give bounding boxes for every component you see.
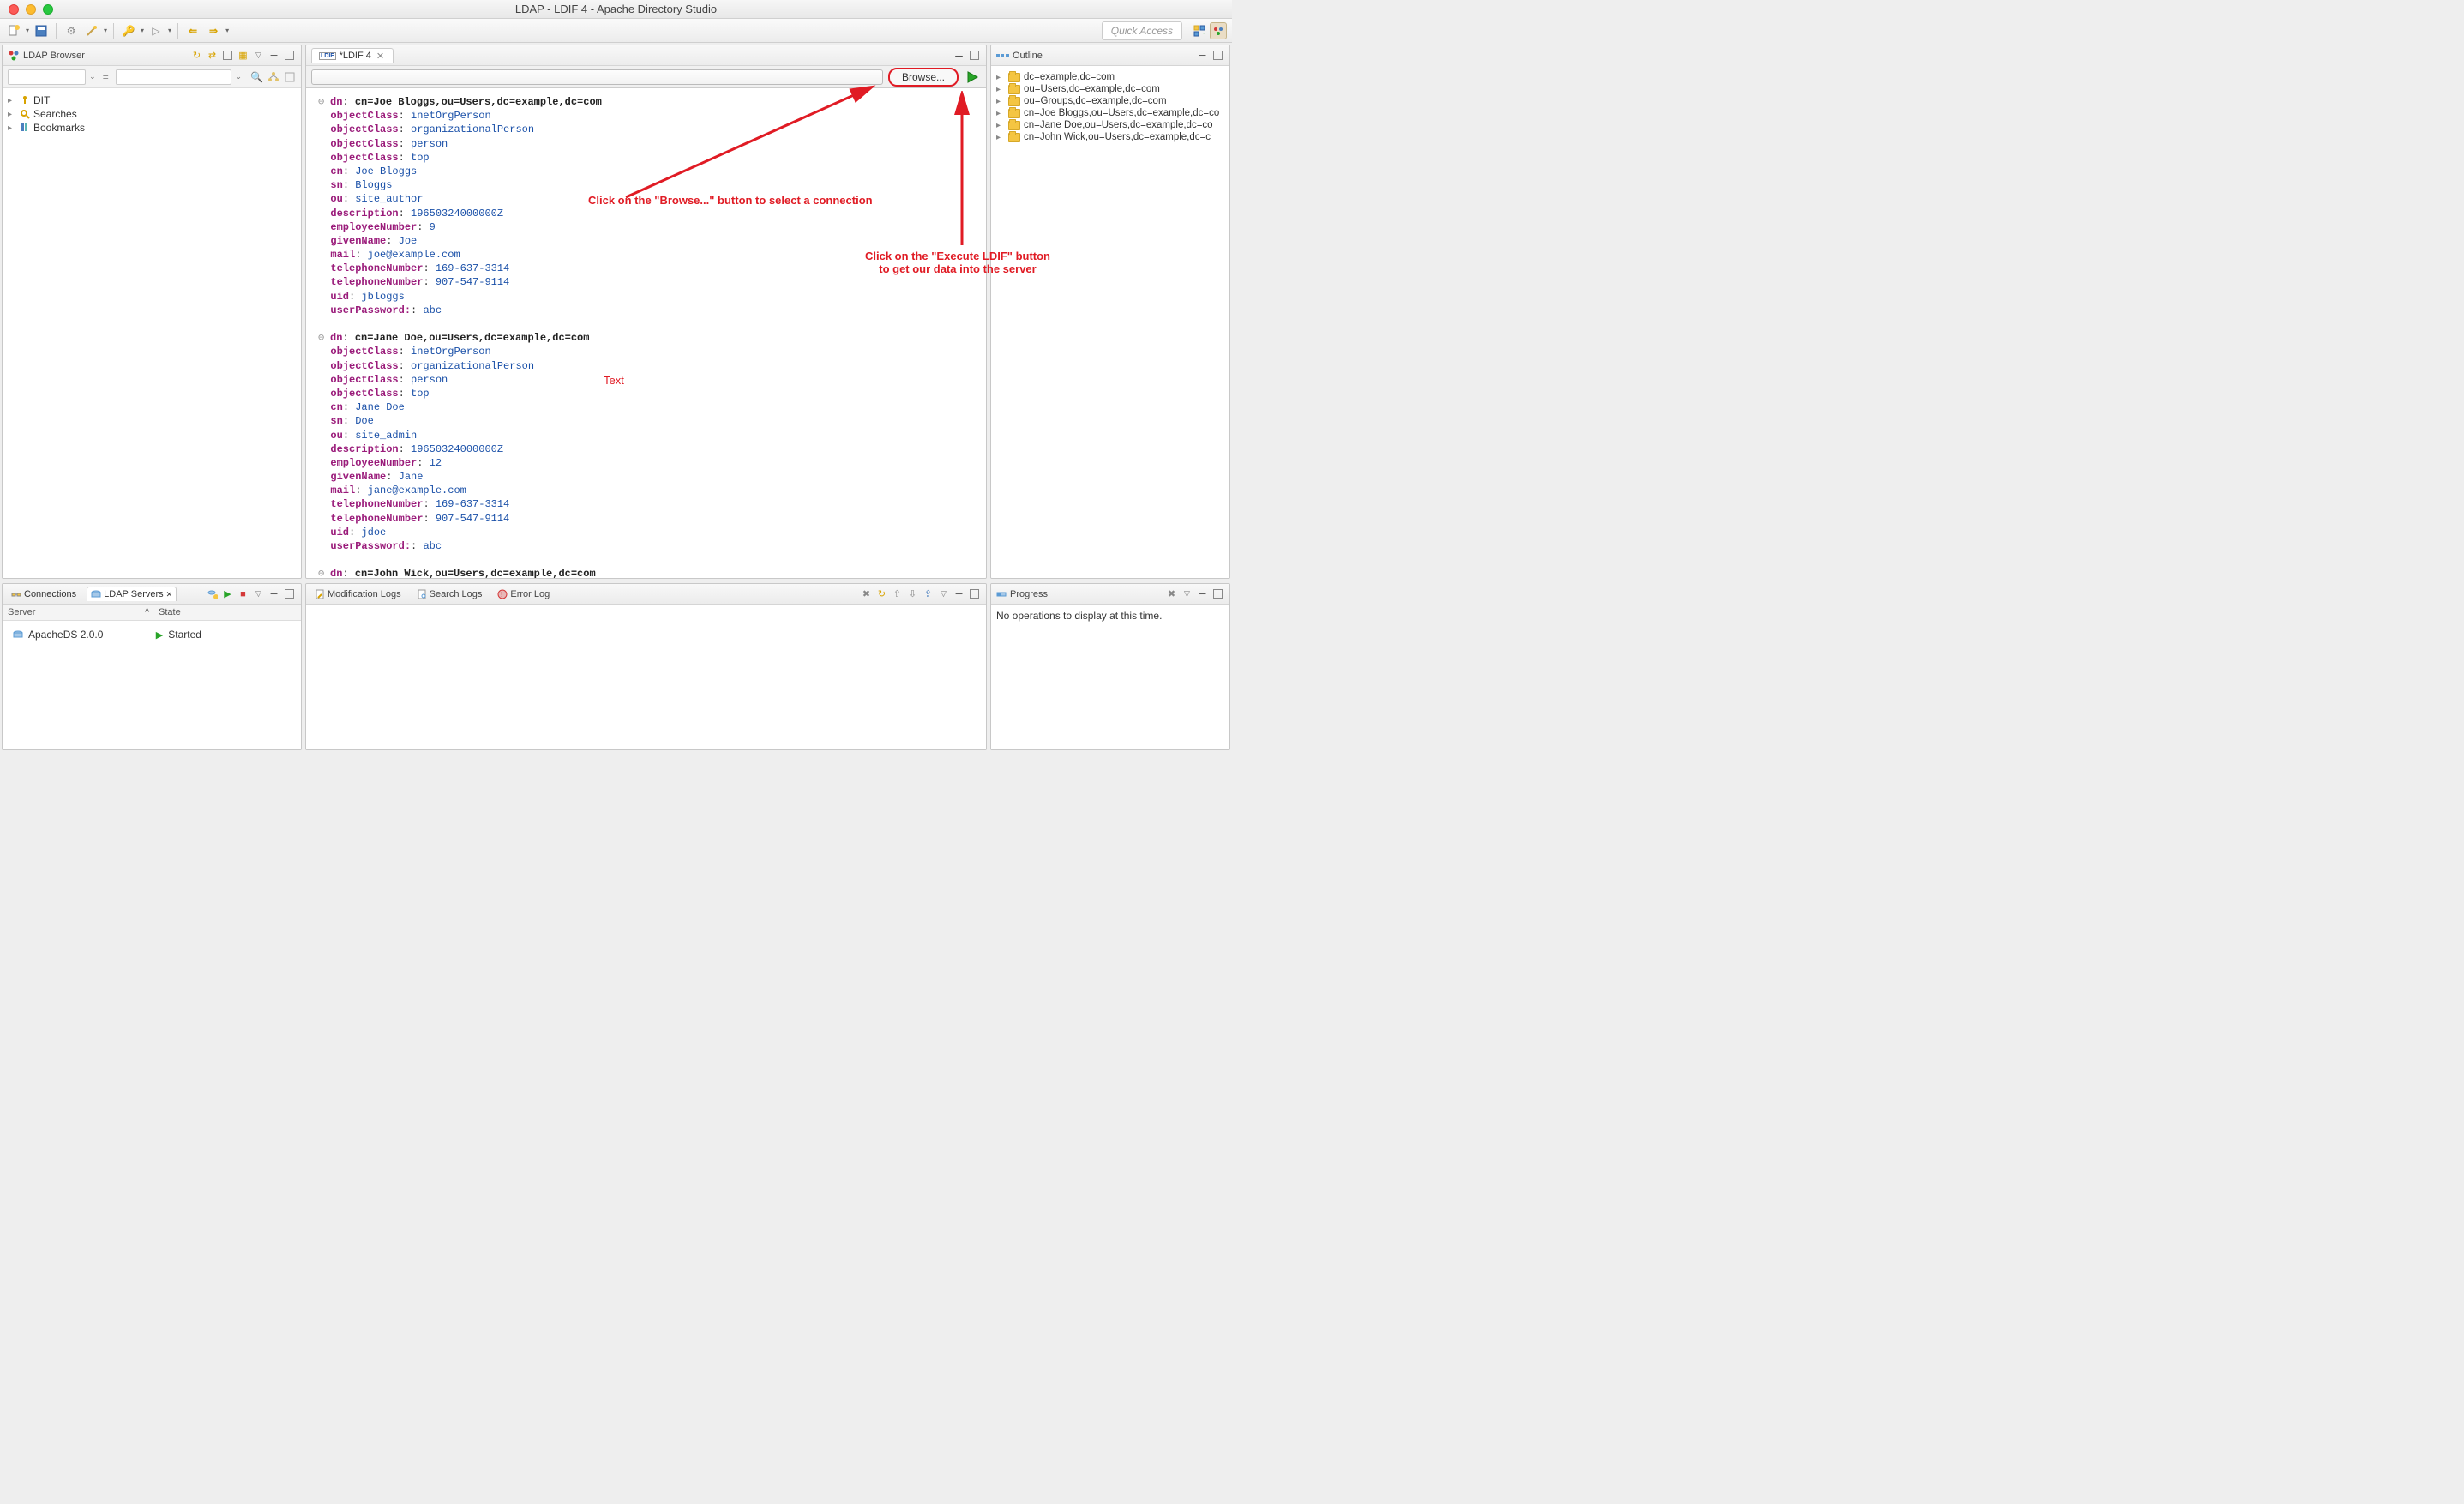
view-menu-icon[interactable]: ▽ (1181, 587, 1193, 600)
editor-panel: LDIF *LDIF 4 ✕ ─ Browse... ⊖dn: cn=Joe B… (305, 45, 987, 579)
servers-list[interactable]: ApacheDS 2.0.0▶Started (3, 621, 301, 749)
refresh-log-icon[interactable]: ↻ (875, 587, 888, 600)
collapse-icon[interactable] (221, 49, 234, 62)
error-log-tab[interactable]: ! Error Log (494, 587, 553, 601)
up-log-icon[interactable]: ⇧ (891, 587, 904, 600)
connections-tab[interactable]: Connections (8, 587, 80, 601)
title-bar: LDAP - LDIF 4 - Apache Directory Studio (0, 0, 1232, 19)
nav-forward-button[interactable]: ⇒ (205, 22, 222, 39)
servers-table-header: Server ^ State (3, 605, 301, 621)
progress-panel: Progress ✖ ▽ ─ No operations to display … (990, 583, 1230, 750)
panel-title: Outline (1013, 51, 1043, 61)
tree-item-bookmarks[interactable]: ▸Bookmarks (6, 121, 297, 135)
dropdown-icon: ▾ (168, 27, 171, 34)
export-log-icon[interactable]: ⇪ (922, 587, 935, 600)
hierarchy-icon[interactable] (267, 70, 279, 83)
nav-back-button[interactable]: ⇐ (184, 22, 201, 39)
filter-search-icon[interactable]: 🔍 (250, 70, 263, 83)
save-button[interactable] (33, 22, 50, 39)
ldif-file-icon: LDIF (319, 52, 336, 60)
main-toolbar: ▾ ⚙ ▾ 🔑 ▾ ▷ ▾ ⇐ ⇒ ▾ Quick Access + (0, 19, 1232, 43)
editor-tab-ldif4[interactable]: LDIF *LDIF 4 ✕ (311, 48, 394, 63)
close-tab-icon[interactable]: ✕ (166, 590, 173, 599)
servers-panel: Connections LDAP Servers ✕ ▶ ■ ▽ ─ (2, 583, 302, 750)
outline-icon (996, 54, 1009, 57)
outline-item[interactable]: ▸cn=Joe Bloggs,ou=Users,dc=example,dc=co (995, 107, 1226, 119)
ldap-browser-panel: LDAP Browser ↻ ⇄ ▦ ▽ ─ ⌄ = ⌄ 🔍 (2, 45, 302, 579)
down-log-icon[interactable]: ⇩ (906, 587, 919, 600)
browse-connection-button[interactable]: Browse... (888, 68, 959, 87)
attr-combo[interactable] (8, 69, 86, 85)
ldap-browser-icon (8, 50, 20, 62)
view-menu-icon[interactable]: ▽ (252, 587, 265, 600)
close-tab-icon[interactable]: ✕ (375, 51, 386, 62)
value-combo[interactable] (116, 69, 232, 85)
filter-clear-icon[interactable] (283, 70, 296, 83)
outline-item[interactable]: ▸cn=John Wick,ou=Users,dc=example,dc=c (995, 131, 1226, 143)
outline-panel: Outline ─ ▸dc=example,dc=com▸ou=Users,dc… (990, 45, 1230, 579)
outline-item[interactable]: ▸dc=example,dc=com (995, 71, 1226, 83)
modification-logs-tab[interactable]: Modification Logs (311, 587, 405, 601)
minimize-icon[interactable]: ─ (953, 49, 965, 62)
toggle-icon[interactable]: ▦ (237, 49, 249, 62)
ldap-servers-tab[interactable]: LDAP Servers ✕ (87, 587, 177, 601)
minimize-icon[interactable]: ─ (267, 49, 280, 62)
new-button[interactable] (5, 22, 22, 39)
gear-icon[interactable]: ⚙ (63, 22, 80, 39)
tree-item-dit[interactable]: ▸DIT (6, 93, 297, 107)
outline-tree[interactable]: ▸dc=example,dc=com▸ou=Users,dc=example,d… (991, 66, 1229, 578)
minimize-icon[interactable]: ─ (1196, 587, 1209, 600)
maximize-icon[interactable] (283, 587, 296, 600)
stop-server-icon[interactable]: ■ (237, 587, 249, 600)
minimize-icon[interactable]: ─ (1196, 49, 1209, 62)
maximize-icon[interactable] (1211, 587, 1224, 600)
search-logs-tab[interactable]: Search Logs (413, 587, 486, 601)
window-title: LDAP - LDIF 4 - Apache Directory Studio (0, 3, 1232, 15)
new-server-icon[interactable] (206, 587, 219, 600)
browser-filter-bar: ⌄ = ⌄ 🔍 (3, 66, 301, 88)
outline-item[interactable]: ▸ou=Users,dc=example,dc=com (995, 83, 1226, 95)
clear-all-icon[interactable]: ✖ (1165, 587, 1178, 600)
ldap-tree[interactable]: ▸DIT▸Searches▸Bookmarks (3, 88, 301, 578)
dropdown-icon[interactable]: ▾ (225, 27, 229, 34)
logs-panel: Modification Logs Search Logs ! Error Lo… (305, 583, 987, 750)
view-menu-icon[interactable]: ▽ (252, 49, 265, 62)
tree-item-searches[interactable]: ▸Searches (6, 107, 297, 121)
start-server-icon[interactable]: ▶ (221, 587, 234, 600)
maximize-icon[interactable] (1211, 49, 1224, 62)
panel-title: LDAP Browser (23, 51, 85, 61)
execute-ldif-button[interactable] (964, 69, 981, 86)
progress-empty-text: No operations to display at this time. (996, 610, 1162, 622)
link-editor-icon[interactable]: ⇄ (206, 49, 219, 62)
clear-log-icon[interactable]: ✖ (860, 587, 873, 600)
editor-tab-label: *LDIF 4 (340, 51, 371, 61)
refresh-icon[interactable]: ↻ (190, 49, 203, 62)
ldif-editor-body[interactable]: ⊖dn: cn=Joe Bloggs,ou=Users,dc=example,d… (306, 88, 986, 578)
svg-text:!: ! (501, 591, 502, 599)
minimize-icon[interactable]: ─ (953, 587, 965, 600)
minimize-icon[interactable]: ─ (267, 587, 280, 600)
key-icon[interactable]: 🔑 (120, 22, 137, 39)
svg-text:+: + (1203, 29, 1205, 37)
connection-field[interactable] (311, 69, 883, 85)
progress-body: No operations to display at this time. (991, 605, 1229, 749)
run-icon[interactable]: ▷ (147, 22, 165, 39)
maximize-icon[interactable] (968, 587, 981, 600)
outline-item[interactable]: ▸cn=Jane Doe,ou=Users,dc=example,dc=co (995, 119, 1226, 131)
logs-body[interactable] (306, 605, 986, 749)
dropdown-icon[interactable]: ▾ (26, 27, 29, 34)
quick-access-input[interactable]: Quick Access (1102, 21, 1182, 40)
dropdown-icon[interactable]: ▾ (104, 27, 107, 34)
outline-item[interactable]: ▸ou=Groups,dc=example,dc=com (995, 95, 1226, 107)
maximize-icon[interactable] (283, 49, 296, 62)
wand-button[interactable] (83, 22, 100, 39)
dropdown-icon: ▾ (141, 27, 144, 34)
panel-title: Progress (1010, 589, 1048, 599)
ldap-perspective-icon[interactable] (1210, 22, 1227, 39)
open-perspective-icon[interactable]: + (1191, 22, 1208, 39)
view-menu-icon[interactable]: ▽ (937, 587, 950, 600)
progress-icon (996, 589, 1007, 599)
server-row[interactable]: ApacheDS 2.0.0▶Started (8, 626, 296, 643)
maximize-icon[interactable] (968, 49, 981, 62)
